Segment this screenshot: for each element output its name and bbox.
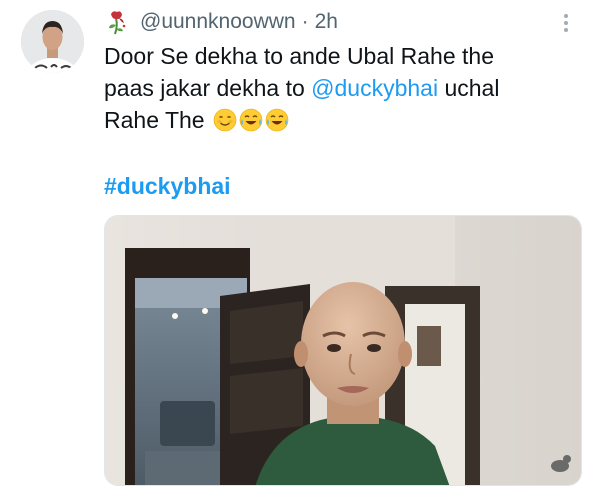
wilted-rose-icon: [104, 9, 130, 35]
text-fragment: paas jakar dekha to: [104, 75, 312, 101]
tweet-media-image[interactable]: [104, 215, 582, 486]
timestamp[interactable]: 2h: [315, 10, 338, 34]
separator: ·: [301, 10, 309, 33]
user-handle[interactable]: @uunnknoowwn: [140, 10, 296, 34]
mention-link[interactable]: @duckybhai: [311, 75, 438, 101]
tweet-text-line-1: Door Se dekha to ande Ubal Rahe the: [104, 43, 494, 69]
tears-of-joy-icon: [265, 108, 289, 132]
smiling-face-icon: [213, 108, 237, 132]
tweet-card[interactable]: @uunnknoowwn · 2h Door Se dekha to ande …: [0, 0, 602, 500]
tweet-header: @uunnknoowwn · 2h: [104, 6, 338, 38]
tears-of-joy-icon: [239, 108, 263, 132]
more-options-icon[interactable]: [556, 10, 576, 36]
text-fragment: uchal: [438, 75, 500, 101]
tweet-text-line-3: Rahe The: [104, 104, 574, 136]
hashtag-link[interactable]: #duckybhai: [104, 170, 231, 202]
tweet-text: Door Se dekha to ande Ubal Rahe the paas…: [104, 40, 574, 136]
avatar[interactable]: [21, 10, 84, 73]
text-fragment: Rahe The: [104, 107, 205, 133]
tweet-text-line-2: paas jakar dekha to @duckybhai uchal: [104, 72, 574, 104]
